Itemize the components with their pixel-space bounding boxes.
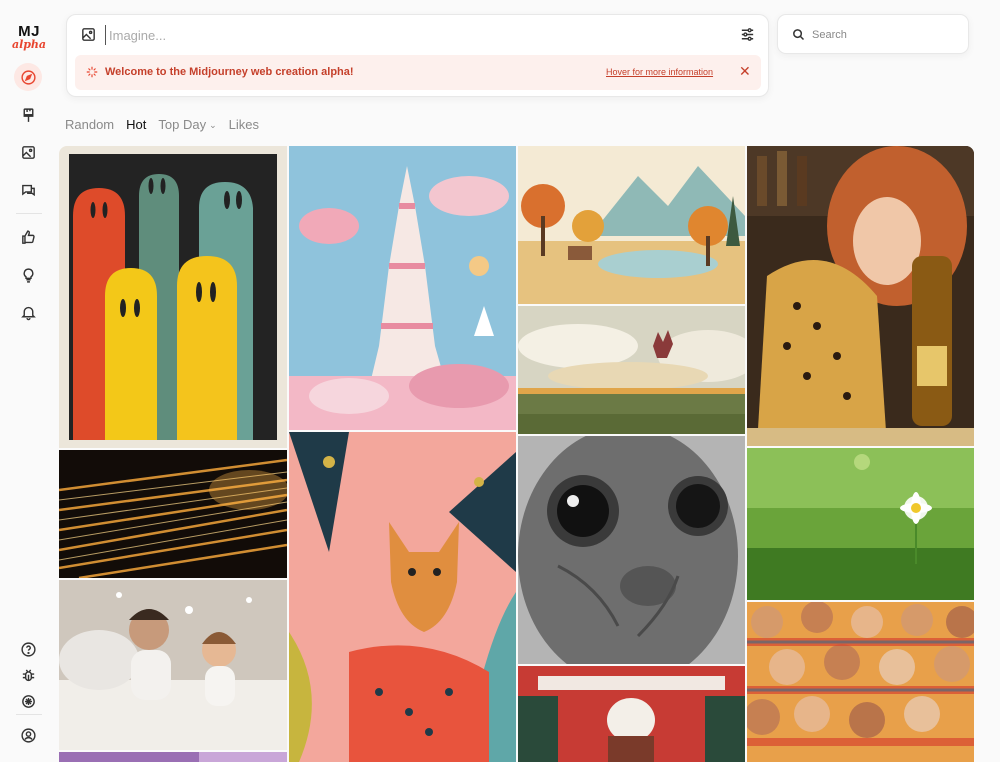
purple-flowers-image[interactable] <box>59 752 287 762</box>
sidebar-divider <box>16 213 42 214</box>
tab-likes[interactable]: Likes <box>229 117 259 132</box>
sliders-icon[interactable] <box>739 26 756 43</box>
user-circle-icon <box>20 727 36 743</box>
lightbulb-icon <box>23 267 33 283</box>
bell-icon <box>20 306 36 320</box>
sidebar-item-help[interactable] <box>14 635 42 663</box>
banner-info-link[interactable]: Hover for more information <box>606 67 713 77</box>
sun-icon <box>21 694 35 708</box>
bug-icon <box>22 668 34 681</box>
logo-text: MJ <box>18 23 40 40</box>
help-circle-icon <box>20 641 36 657</box>
prompt-row <box>67 15 768 55</box>
crowd-portraits-image[interactable] <box>747 602 974 762</box>
tab-hot[interactable]: Hot <box>126 117 146 132</box>
search-icon <box>793 29 805 41</box>
imagine-prompt-input[interactable] <box>105 25 725 45</box>
welcome-banner: Welcome to the Midjourney web creation a… <box>75 55 761 90</box>
light-streaks-image[interactable] <box>59 450 287 578</box>
lynx-pattern-image[interactable] <box>289 432 516 762</box>
thumbs-up-icon <box>21 229 35 244</box>
paintbrush-icon <box>23 107 33 122</box>
sidebar-item-tasks[interactable] <box>14 261 42 289</box>
woman-cheetah-image[interactable] <box>747 146 974 446</box>
banner-message: Welcome to the Midjourney web creation a… <box>105 66 354 78</box>
image-upload-icon[interactable] <box>80 26 97 43</box>
compass-icon <box>20 69 36 85</box>
alien-closeup-image[interactable] <box>518 436 745 664</box>
sparkle-icon <box>86 66 98 78</box>
tab-top-day[interactable]: Top Day ⌄ <box>158 117 216 132</box>
daisy-grass-image[interactable] <box>747 448 974 600</box>
sidebar-item-bug-report[interactable] <box>14 661 42 689</box>
sidebar: MJ alpha <box>0 0 57 762</box>
tab-top-day-label: Top Day <box>158 117 207 132</box>
autumn-landscape-image[interactable] <box>518 146 745 304</box>
search-box <box>777 14 969 54</box>
banner-close-button[interactable]: ✕ <box>739 64 751 78</box>
ghost-figures-painting[interactable] <box>59 146 287 448</box>
candy-castle-image[interactable] <box>289 146 516 430</box>
chat-bubbles-icon <box>21 184 35 196</box>
search-input[interactable] <box>812 26 952 44</box>
sidebar-item-account[interactable] <box>14 721 42 749</box>
feed-tabs: Random Hot Top Day ⌄ Likes <box>65 117 259 132</box>
sidebar-item-create[interactable] <box>14 101 42 129</box>
chevron-down-icon: ⌄ <box>209 120 217 130</box>
sidebar-item-updates[interactable] <box>14 298 42 326</box>
logo-alpha-text: alpha <box>11 38 47 51</box>
sidebar-item-chat[interactable] <box>14 176 42 204</box>
red-interior-image[interactable] <box>518 666 745 762</box>
sidebar-item-theme[interactable] <box>14 687 42 715</box>
sidebar-divider <box>16 714 42 715</box>
sidebar-item-organize[interactable] <box>14 138 42 166</box>
father-daughter-pillow-fight-image[interactable] <box>59 580 287 750</box>
sidebar-item-explore[interactable] <box>14 63 42 91</box>
midjourney-logo[interactable]: MJ alpha <box>11 24 47 50</box>
tab-random[interactable]: Random <box>65 117 114 132</box>
sidebar-item-rank[interactable] <box>14 223 42 251</box>
prompt-panel: Welcome to the Midjourney web creation a… <box>66 14 769 97</box>
image-gallery <box>59 146 974 762</box>
image-icon <box>21 145 35 159</box>
floating-castle-clouds-image[interactable] <box>518 306 745 434</box>
